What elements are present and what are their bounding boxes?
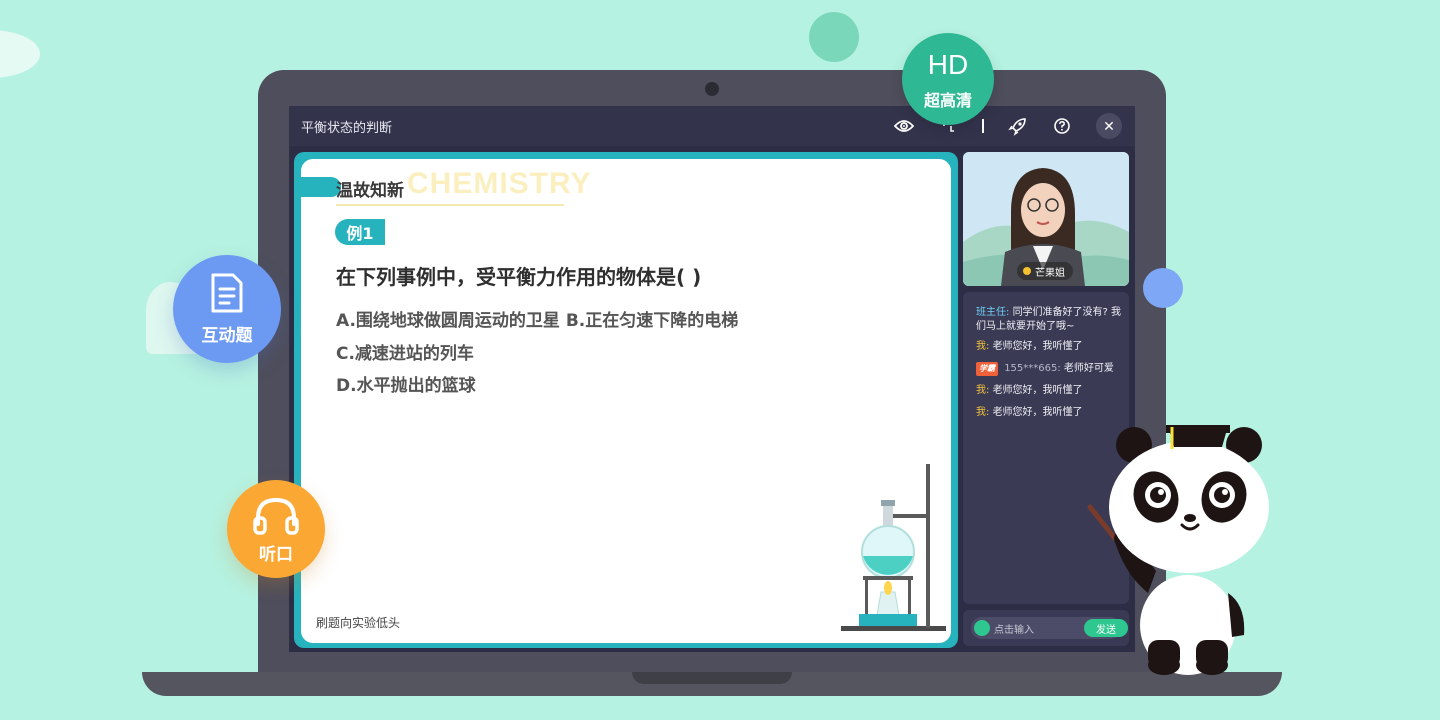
hd-sub-label: 超高清	[902, 87, 994, 111]
chat-sender: 班主任:	[976, 307, 1009, 318]
chat-message: 我: 老师您好，我听懂了	[976, 340, 1124, 354]
titlebar: 平衡状态的判断 ✕	[289, 106, 1135, 146]
vip-tag: 学霸	[976, 362, 998, 376]
hd-label: HD	[902, 49, 994, 81]
quiz-label: 互动题	[173, 321, 281, 346]
chat-bubble-icon	[974, 620, 990, 636]
board-footer-text: 刷题向实验低头	[316, 614, 400, 631]
decor-dot-green	[809, 12, 859, 62]
chat-message: 班主任: 同学们准备好了没有? 我们马上就要开始了哦~	[976, 306, 1124, 334]
document-icon	[207, 271, 247, 315]
toolbar-divider	[982, 119, 984, 133]
answer-option[interactable]: C.减速进站的列车	[336, 339, 474, 364]
teacher-name: 芒果姐	[1035, 264, 1065, 279]
listen-label: 听口	[227, 540, 325, 565]
interactive-quiz-bubble: 互动题	[173, 255, 281, 363]
chat-sender: 我:	[976, 341, 989, 352]
answer-option[interactable]: A.围绕地球做圆周运动的卫星 B.正在匀速下降的电梯	[336, 306, 738, 331]
chat-text: 老师您好，我听懂了	[993, 341, 1083, 352]
chat-sender: 155***665:	[1004, 363, 1061, 374]
chat-text: 老师好可爱	[1064, 363, 1114, 374]
hd-quality-bubble: HD 超高清	[902, 33, 994, 125]
lab-flask-illustration	[841, 464, 951, 639]
decor-dot-blue	[1143, 268, 1183, 308]
teacher-video[interactable]: 芒果姐	[963, 152, 1129, 286]
whiteboard: CHEMISTRY 温故知新 例1 在下列事例中，受平衡力作用的物体是( ) A…	[301, 159, 951, 643]
example-badge: 例1	[335, 219, 385, 245]
question-text: 在下列事例中，受平衡力作用的物体是( )	[336, 261, 701, 290]
teacher-name-badge: 芒果姐	[1017, 262, 1073, 280]
laptop-camera	[705, 82, 719, 96]
panda-mascot	[1086, 415, 1286, 675]
close-button[interactable]: ✕	[1096, 113, 1122, 139]
laptop-notch	[632, 672, 792, 684]
chat-message: 我: 老师您好，我听懂了	[976, 384, 1124, 398]
help-icon[interactable]	[1050, 114, 1074, 138]
headphones-icon	[252, 496, 300, 536]
chat-input-placeholder[interactable]: 点击输入	[994, 621, 1034, 636]
chat-text: 老师您好，我听懂了	[993, 407, 1083, 418]
app-window: 平衡状态的判断 ✕ CHEMISTRY 温故知新 例1 在下列事例中，受平衡力作…	[289, 106, 1135, 652]
section-watermark: CHEMISTRY	[407, 167, 592, 201]
background-blob	[0, 30, 40, 78]
eye-icon[interactable]	[892, 114, 916, 138]
lesson-title: 平衡状态的判断	[301, 117, 392, 136]
listening-bubble: 听口	[227, 480, 325, 578]
chat-sender: 我:	[976, 385, 989, 396]
section-underline	[336, 204, 564, 206]
rocket-icon[interactable]	[1006, 114, 1030, 138]
section-tab-marker	[301, 177, 341, 197]
section-title: 温故知新	[336, 176, 404, 201]
mango-icon	[1023, 267, 1031, 275]
answer-option[interactable]: D.水平抛出的篮球	[336, 371, 476, 396]
chat-message: 学霸 155***665: 老师好可爱	[976, 362, 1124, 376]
chat-text: 老师您好，我听懂了	[993, 385, 1083, 396]
chat-sender: 我:	[976, 407, 989, 418]
